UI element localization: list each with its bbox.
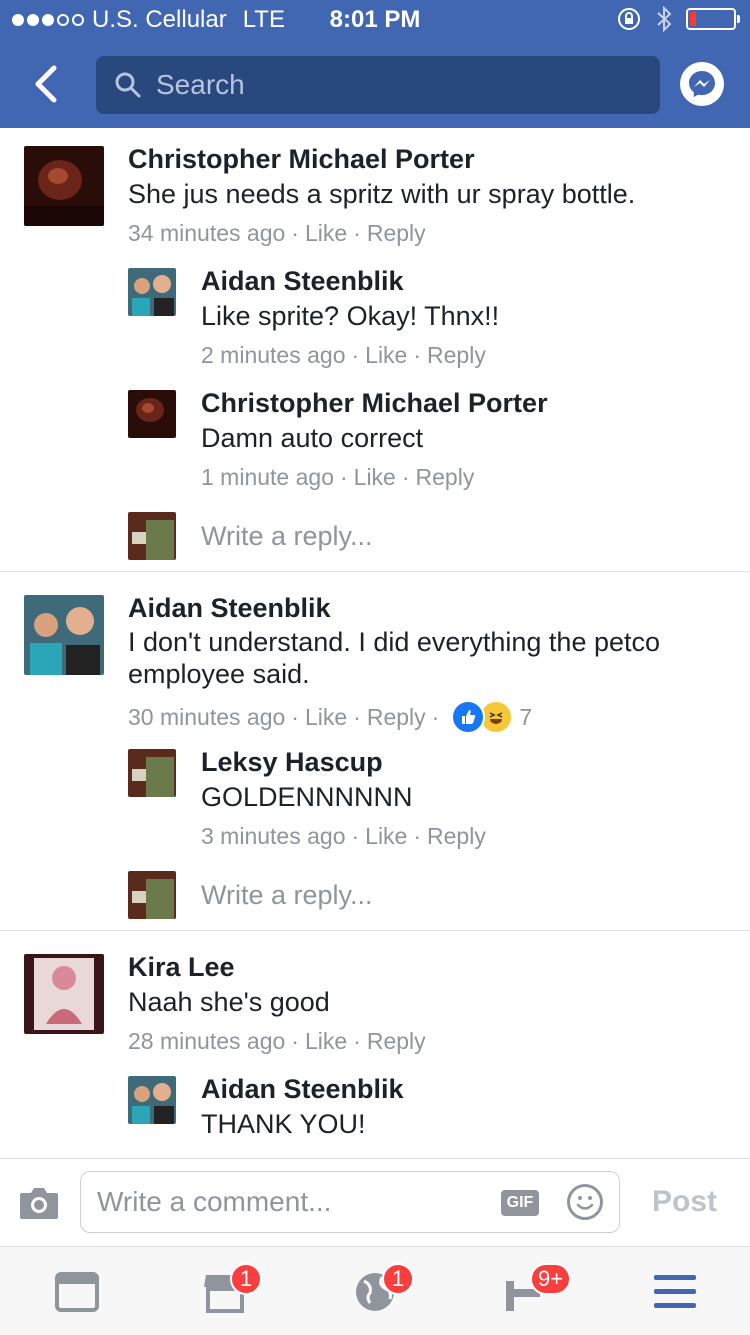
reply-link[interactable]: Reply bbox=[427, 823, 486, 850]
divider bbox=[0, 930, 750, 931]
back-arrow-icon[interactable] bbox=[28, 64, 68, 104]
comments-feed[interactable]: Christopher Michael Porter She jus needs… bbox=[0, 128, 750, 1158]
reply-time: 1 minute ago bbox=[201, 464, 334, 490]
comment-placeholder: Write a comment... bbox=[97, 1186, 332, 1217]
post-button[interactable]: Post bbox=[652, 1185, 717, 1219]
write-reply-input[interactable]: Write a reply... bbox=[201, 521, 373, 552]
avatar bbox=[128, 512, 176, 560]
reply-author[interactable]: Aidan Steenblik bbox=[201, 266, 404, 297]
messenger-icon[interactable] bbox=[680, 62, 724, 106]
battery-icon bbox=[686, 8, 740, 30]
avatar[interactable] bbox=[128, 749, 176, 797]
reply-author[interactable]: Aidan Steenblik bbox=[201, 1074, 404, 1105]
like-link[interactable]: Like bbox=[305, 704, 347, 731]
reply-link[interactable]: Reply bbox=[367, 704, 426, 731]
write-reply-input[interactable]: Write a reply... bbox=[201, 880, 373, 911]
reply-text: Damn auto correct bbox=[201, 423, 424, 453]
like-reaction-icon bbox=[451, 700, 486, 734]
like-link[interactable]: Like bbox=[365, 342, 407, 369]
notification-badge: 1 bbox=[230, 1263, 262, 1295]
top-bar: U.S. Cellular LTE 8:01 PM bbox=[0, 0, 750, 128]
comment-time: 34 minutes ago bbox=[128, 220, 286, 246]
reply-text: THANK YOU! bbox=[201, 1109, 366, 1139]
camera-icon[interactable] bbox=[18, 1185, 60, 1221]
tab-marketplace[interactable]: 1 bbox=[202, 1263, 262, 1313]
search-bar[interactable] bbox=[96, 56, 660, 114]
comment-composer: Write a comment... GIF Post bbox=[0, 1158, 750, 1247]
avatar[interactable] bbox=[24, 595, 104, 675]
reactions-summary[interactable]: 7 bbox=[451, 700, 532, 734]
like-link[interactable]: Like bbox=[365, 823, 407, 850]
reply-link[interactable]: Reply bbox=[367, 1028, 426, 1055]
avatar bbox=[128, 871, 176, 919]
reaction-count: 7 bbox=[519, 703, 533, 730]
search-input[interactable] bbox=[154, 68, 638, 102]
comment-time: 30 minutes ago bbox=[128, 703, 286, 730]
avatar[interactable] bbox=[24, 954, 104, 1034]
news-feed-icon[interactable] bbox=[54, 1271, 100, 1313]
comment-author[interactable]: Kira Lee bbox=[128, 952, 235, 983]
reply-link[interactable]: Reply bbox=[367, 220, 426, 247]
reply-time: 3 minutes ago bbox=[201, 823, 346, 849]
reply-text: GOLDENNNNNN bbox=[201, 782, 413, 812]
reply-link[interactable]: Reply bbox=[427, 342, 486, 369]
reply-link[interactable]: Reply bbox=[416, 464, 475, 491]
comment-time: 28 minutes ago bbox=[128, 1028, 286, 1054]
like-link[interactable]: Like bbox=[354, 464, 396, 491]
reply-author[interactable]: Leksy Hascup bbox=[201, 747, 383, 778]
tab-bar: 1 1 9+ bbox=[0, 1246, 750, 1335]
comment-input[interactable]: Write a comment... GIF bbox=[80, 1171, 620, 1233]
gif-button[interactable]: GIF bbox=[501, 1190, 539, 1216]
avatar[interactable] bbox=[128, 390, 176, 438]
rotation-lock-icon bbox=[618, 8, 640, 30]
like-link[interactable]: Like bbox=[305, 1028, 347, 1055]
avatar[interactable] bbox=[128, 268, 176, 316]
notification-badge: 9+ bbox=[530, 1263, 572, 1295]
reply-text: Like sprite? Okay! Thnx!! bbox=[201, 301, 500, 331]
search-icon bbox=[115, 72, 141, 98]
avatar[interactable] bbox=[128, 1076, 176, 1124]
comment-author[interactable]: Aidan Steenblik bbox=[128, 593, 331, 624]
avatar[interactable] bbox=[24, 146, 104, 226]
comment-text: Naah she's good bbox=[128, 987, 330, 1017]
menu-icon[interactable] bbox=[652, 1271, 698, 1313]
status-bar: U.S. Cellular LTE 8:01 PM bbox=[0, 0, 750, 40]
reply-author[interactable]: Christopher Michael Porter bbox=[201, 388, 548, 419]
notification-badge: 1 bbox=[382, 1263, 414, 1295]
reply-time: 2 minutes ago bbox=[201, 342, 346, 368]
comment-text: I don't understand. I did everything the… bbox=[128, 627, 661, 689]
divider bbox=[0, 571, 750, 572]
bluetooth-icon bbox=[657, 6, 672, 32]
tab-requests[interactable]: 9+ bbox=[504, 1263, 572, 1313]
tab-notifications[interactable]: 1 bbox=[354, 1263, 414, 1313]
sticker-icon[interactable] bbox=[567, 1184, 603, 1220]
comment-text: She jus needs a spritz with ur spray bot… bbox=[128, 179, 636, 209]
comment-author[interactable]: Christopher Michael Porter bbox=[128, 144, 475, 175]
like-link[interactable]: Like bbox=[305, 220, 347, 247]
